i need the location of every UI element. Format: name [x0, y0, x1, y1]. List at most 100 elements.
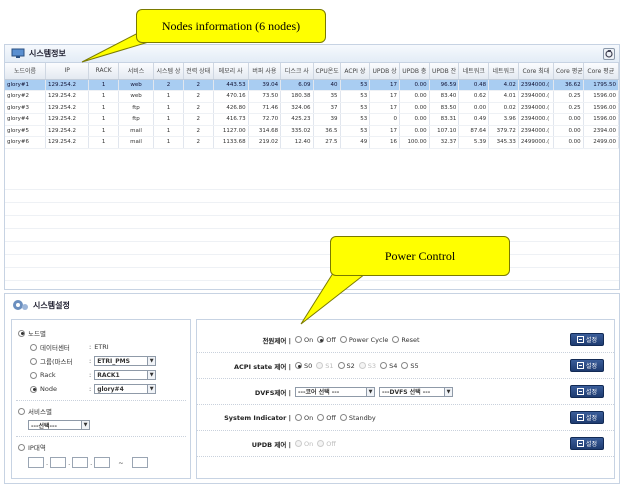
radio-option[interactable]: S2: [337, 362, 355, 370]
table-cell: 53: [340, 125, 371, 137]
radio-ip[interactable]: [18, 443, 25, 451]
table-cell: 0.02: [488, 102, 519, 114]
radio-option[interactable]: S5: [401, 362, 419, 370]
radio-service[interactable]: [18, 407, 25, 415]
apply-button[interactable]: 설정: [570, 437, 604, 450]
radio-option[interactable]: On: [295, 336, 313, 344]
callout-power-tail: [300, 269, 367, 325]
table-row[interactable]: glory#4 129.254.2 1 ftp 1 2 416.73 72.70 425.23 3…: [5, 113, 619, 126]
control-options: S0 S1 S2 S3 S4 S5: [295, 362, 419, 370]
dvfs-select[interactable]: ---DVFS 선택 --- ▼: [379, 386, 453, 397]
radio-option[interactable]: Power Cycle: [339, 336, 388, 344]
table-cell: 416.73: [213, 113, 249, 126]
table-cell: 39.04: [248, 79, 282, 91]
radio-button[interactable]: [339, 414, 347, 421]
core-select[interactable]: ---코어 선택 --- ▼: [295, 386, 375, 397]
radio-rack[interactable]: [30, 371, 37, 379]
table-cell: 1: [88, 79, 119, 91]
scope-service-option[interactable]: 서비스별: [18, 406, 52, 416]
radio-node-select[interactable]: [30, 385, 37, 393]
radio-label: Off: [326, 335, 336, 344]
column-header[interactable]: ACPI 상: [340, 63, 371, 80]
radio-button[interactable]: [337, 362, 345, 369]
apply-button[interactable]: 설정: [570, 333, 604, 346]
column-header[interactable]: Core 평균: [583, 63, 619, 80]
radio-node[interactable]: [18, 329, 25, 337]
table-row[interactable]: glory#3 129.254.2 1 ftp 1 2 426.80 71.46 324.06 3…: [5, 102, 619, 114]
column-header[interactable]: 메모리 사: [213, 63, 249, 80]
apply-button[interactable]: 설정: [570, 411, 604, 424]
radio-button[interactable]: [295, 362, 302, 369]
scope-node-option[interactable]: 노드별: [18, 328, 46, 338]
ip-octet-3[interactable]: [72, 457, 89, 468]
rack-row: Rack: RACK1 ▼: [30, 370, 157, 380]
column-header[interactable]: 네트워크: [488, 63, 519, 80]
table-cell: 1596.00: [583, 102, 619, 114]
table-cell: 129.254.2: [45, 79, 90, 91]
settings-icon: [576, 362, 584, 369]
radio-button[interactable]: [317, 336, 325, 343]
radio-button[interactable]: [339, 336, 347, 343]
group-select[interactable]: ETRI_PMS ▼: [94, 356, 157, 366]
radio-option: S1: [316, 362, 334, 370]
column-header[interactable]: Core 평균: [553, 63, 584, 80]
table-cell: 2: [153, 79, 184, 91]
table-row[interactable]: glory#5 129.254.2 1 mail 1 2 1127.00 314.68 335.…: [5, 125, 619, 137]
radio-group[interactable]: [30, 357, 37, 365]
table-row[interactable]: glory#6 129.254.2 1 mail 1 2 1133.68 219.02 12.4…: [5, 136, 619, 149]
table-cell: 17: [369, 90, 400, 103]
radio-button[interactable]: [401, 362, 409, 369]
radio-button[interactable]: [380, 362, 388, 369]
apply-button[interactable]: 설정: [570, 385, 604, 398]
table-cell: 72.70: [248, 113, 282, 126]
ip-octet-2[interactable]: [50, 457, 67, 468]
radio-datacenter[interactable]: [30, 343, 37, 351]
table-cell: 129.254.2: [45, 113, 90, 126]
apply-button[interactable]: 설정: [570, 359, 604, 372]
table-cell: 1: [153, 125, 184, 137]
radio-option[interactable]: S4: [380, 362, 397, 370]
column-header[interactable]: 네트워크: [458, 63, 490, 80]
radio-label: On: [304, 335, 314, 344]
table-cell: 4.01: [488, 90, 519, 103]
ip-octet-4[interactable]: [94, 457, 111, 468]
table-cell: 2: [183, 102, 214, 114]
radio-button[interactable]: [392, 336, 400, 343]
system-settings-title: 시스템설정: [33, 300, 70, 310]
ip-octet-1[interactable]: [28, 457, 44, 468]
service-select[interactable]: ---선택--- ▼: [28, 420, 90, 430]
radio-option[interactable]: S0: [295, 362, 312, 370]
rack-select[interactable]: RACK1 ▼: [94, 370, 157, 380]
column-header[interactable]: UPDB 충: [399, 63, 430, 80]
radio-button[interactable]: [317, 414, 325, 421]
table-row[interactable]: glory#2 129.254.2 1 web 1 2 470.16 73.50 180.38 3…: [5, 90, 619, 103]
radio-button: [358, 362, 366, 369]
table-cell: glory#5: [5, 125, 47, 137]
column-header[interactable]: 디스크 사: [280, 63, 314, 80]
column-header[interactable]: 노드이름: [5, 63, 47, 80]
table-cell: 3.96: [488, 113, 519, 126]
scope-ip-option[interactable]: IP대역: [18, 442, 46, 452]
ip-octet-end[interactable]: [131, 457, 148, 468]
radio-option[interactable]: On: [295, 414, 313, 422]
refresh-icon[interactable]: [603, 48, 615, 60]
radio-option[interactable]: Off: [317, 414, 336, 422]
table-row[interactable]: glory#1 129.254.2 1 web 2 2 443.53 39.04 6.09 40 5…: [5, 79, 619, 91]
column-header[interactable]: CPU온도: [313, 63, 341, 80]
table-cell: 2: [183, 136, 214, 149]
radio-button[interactable]: [295, 336, 302, 343]
table-cell: 36.62: [553, 79, 584, 91]
node-select[interactable]: glory#4 ▼: [94, 384, 157, 394]
radio-option[interactable]: Off: [317, 336, 336, 344]
radio-button[interactable]: [295, 414, 302, 421]
table-cell: 83.31: [429, 113, 460, 126]
radio-option[interactable]: Standby: [339, 414, 376, 422]
radio-option[interactable]: Reset: [392, 336, 420, 344]
table-cell: 2: [183, 125, 214, 137]
column-header[interactable]: UPDB 상: [369, 63, 400, 80]
column-header[interactable]: UPDB 잔: [429, 63, 460, 80]
column-header[interactable]: 전력 상태: [183, 63, 214, 80]
column-header[interactable]: 버퍼 사용: [248, 63, 282, 80]
table-cell: glory#1: [5, 79, 47, 91]
column-header[interactable]: Core 최대: [518, 63, 554, 80]
